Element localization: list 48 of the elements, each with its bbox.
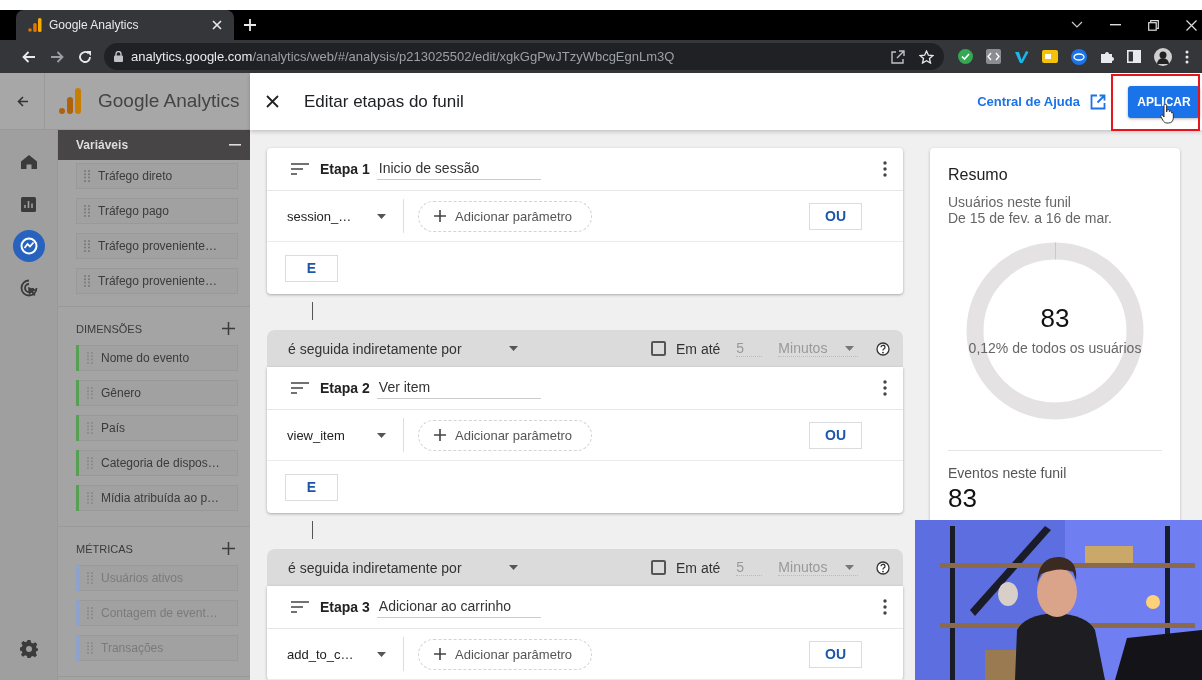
add-parameter-button[interactable]: Adicionar parâmetro (418, 419, 592, 451)
relation-select[interactable]: é seguida indiretamente por (288, 559, 509, 576)
event-select[interactable]: add_to_c… (287, 646, 371, 662)
event-select[interactable]: session_… (287, 208, 371, 224)
and-button[interactable]: E (285, 254, 338, 282)
browser-tab[interactable]: Google Analytics (16, 10, 234, 40)
step-label: Etapa 1 (320, 161, 370, 177)
and-button[interactable]: E (285, 473, 338, 501)
step-label: Etapa 2 (320, 380, 370, 396)
segment-chip[interactable]: Tráfego proveniente… (76, 268, 238, 294)
date-range: De 15 de fev. a 16 de mar. (948, 210, 1113, 226)
step-name-field[interactable]: Ver item (376, 377, 541, 399)
or-button[interactable]: OU (809, 202, 862, 230)
variable-chip[interactable]: País (76, 415, 238, 441)
url-text: analytics.google.com/analytics/web/#/analysis/p213025502/edit/xgkGgPwJTzyWbcgEgnLm3Q (131, 49, 676, 64)
section-title: MÉTRICAS (76, 542, 133, 555)
help-link[interactable]: Central de Ajuda (977, 94, 1080, 109)
app-brand: Google Analytics (98, 90, 240, 112)
section-title: DIMENSÕES (76, 322, 142, 335)
segment-chip[interactable]: Tráfego proveniente… (76, 233, 238, 259)
summary-title: Resumo (948, 166, 1009, 184)
add-parameter-button[interactable]: Adicionar parâmetro (418, 638, 592, 670)
or-button[interactable]: OU (809, 640, 862, 668)
step-name-field[interactable]: Adicionar ao carrinho (376, 596, 541, 618)
segment-chip[interactable]: Tráfego direto (76, 163, 238, 189)
dialog-title: Editar etapas do funil (304, 91, 464, 112)
step-label: Etapa 3 (320, 599, 370, 615)
checkbox-label: Em até (676, 340, 721, 357)
segment-chip[interactable]: Tráfego pago (76, 198, 238, 224)
users-count: 83 (1039, 303, 1071, 334)
variable-chip[interactable]: Gênero (76, 380, 238, 406)
panel-title: Variáveis (76, 138, 129, 152)
apply-button[interactable]: APLICAR (1128, 85, 1200, 118)
address-bar[interactable]: analytics.google.com/analytics/web/#/analysis/p213025502/edit/xgkGgPwJTzyWbcgEgnLm3Q (104, 43, 944, 70)
users-share: 0,12% de todos os usuários (967, 340, 1143, 356)
add-parameter-button[interactable]: Adicionar parâmetro (418, 200, 592, 232)
events-count: 83 (948, 483, 978, 514)
variable-chip[interactable]: Categoria de dispos… (76, 450, 238, 476)
relation-select[interactable]: é seguida indiretamente por (288, 340, 509, 357)
event-select[interactable]: view_item (287, 427, 371, 443)
variable-chip[interactable]: Nome do evento (76, 345, 238, 371)
checkbox-label: Em até (676, 559, 721, 576)
metric-label: Usuários neste funil (948, 194, 1072, 210)
variable-chip[interactable]: Mídia atribuída ao p… (76, 485, 238, 511)
or-button[interactable]: OU (809, 421, 862, 449)
metric-label: Eventos neste funil (948, 465, 1068, 481)
step-name-field[interactable]: Inicio de sessão (376, 158, 541, 180)
tab-title: Google Analytics (49, 18, 140, 32)
